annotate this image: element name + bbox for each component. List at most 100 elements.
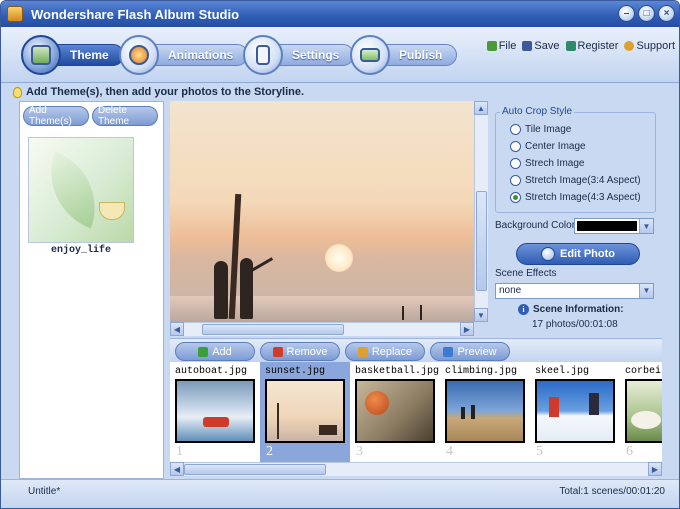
tab-publish[interactable]: Publish [350, 35, 458, 75]
radio-button[interactable] [510, 124, 521, 135]
scroll-up-icon[interactable]: ▲ [474, 101, 488, 115]
scene-thumbnail [625, 379, 662, 443]
scene-item[interactable]: corbeil 6 [620, 362, 662, 462]
color-swatch [577, 221, 637, 231]
storyline-scrollbar[interactable]: ◀ ▶ [170, 462, 662, 476]
support-label: Support [636, 40, 675, 52]
preview-horizontal-scrollbar[interactable]: ◀ ▶ [170, 322, 474, 336]
preview-label: Preview [457, 345, 497, 358]
scene-effects-value: none [499, 285, 522, 296]
tab-theme[interactable]: Theme [21, 35, 124, 75]
hint-text: Add Theme(s), then add your photos to th… [26, 86, 305, 98]
replace-button[interactable]: Replace [345, 342, 425, 361]
support-menu[interactable]: Support [624, 40, 675, 52]
crop-style-title: Auto Crop Style [500, 106, 575, 117]
option-label: Stretch Image(4:3 Aspect) [525, 192, 641, 203]
scroll-right-icon[interactable]: ▶ [460, 322, 474, 336]
scroll-thumb[interactable] [184, 464, 326, 475]
scene-item[interactable]: basketball.jpg 3 [350, 362, 440, 462]
theme-icon [21, 35, 61, 75]
scroll-left-icon[interactable]: ◀ [170, 462, 184, 476]
save-menu[interactable]: Save [522, 40, 560, 52]
plus-icon [198, 346, 209, 357]
scroll-right-icon[interactable]: ▶ [648, 462, 662, 476]
tab-animations[interactable]: Animations [119, 35, 249, 75]
scene-number: 6 [626, 444, 633, 459]
scene-number: 3 [356, 444, 363, 459]
delete-theme-button[interactable]: Delete Theme [92, 105, 158, 127]
scroll-left-icon[interactable]: ◀ [170, 322, 184, 336]
close-button[interactable]: × [658, 5, 675, 22]
app-icon [7, 6, 23, 22]
file-icon [486, 41, 497, 51]
scene-thumbnail [355, 379, 435, 443]
minimize-button[interactable]: – [618, 5, 635, 22]
save-label: Save [534, 40, 560, 52]
scroll-thumb[interactable] [202, 324, 344, 335]
file-menu[interactable]: File [486, 40, 517, 52]
support-icon [624, 41, 635, 51]
scene-number: 5 [536, 444, 543, 459]
scene-thumbnail [535, 379, 615, 443]
replace-icon [357, 346, 368, 357]
radio-button-selected[interactable] [510, 192, 521, 203]
crop-style-group: Tile Image Center Image Strech Image Str… [495, 112, 656, 213]
chevron-down-icon[interactable]: ▼ [639, 219, 653, 233]
main-toolbar: Theme Animations Settings Publish File S… [1, 27, 679, 83]
storyline-toolbar: Add Remove Replace Preview [170, 338, 662, 362]
scene-number: 2 [266, 444, 273, 459]
scene-number: 1 [176, 444, 183, 459]
person-silhouette [240, 258, 253, 319]
radio-button[interactable] [510, 158, 521, 169]
scroll-thumb[interactable] [476, 191, 487, 291]
register-menu[interactable]: Register [565, 40, 619, 52]
theme-name: enjoy_life [50, 245, 111, 256]
stretch-4-3-option[interactable]: Stretch Image(4:3 Aspect) [510, 192, 641, 203]
window-title: Wondershare Flash Album Studio [31, 6, 240, 22]
preview-vertical-scrollbar[interactable]: ▲ ▼ [474, 101, 488, 322]
file-label: File [498, 40, 517, 52]
theme-thumbnail[interactable] [28, 137, 134, 243]
tab-settings[interactable]: Settings [243, 35, 355, 75]
scene-thumbnail [175, 379, 255, 443]
scene-effects-select[interactable]: none ▼ [495, 283, 654, 299]
scene-thumbnail [265, 379, 345, 443]
publish-icon [350, 35, 390, 75]
chevron-down-icon[interactable]: ▼ [639, 284, 653, 298]
radio-button[interactable] [510, 141, 521, 152]
theme-buttons: Add Theme(s) Delete Theme [23, 105, 158, 127]
maximize-button[interactable]: □ [638, 5, 655, 22]
register-label: Register [577, 40, 619, 52]
add-button[interactable]: Add [175, 342, 255, 361]
post-silhouette [420, 305, 422, 320]
minus-icon [272, 346, 283, 357]
center-image-option[interactable]: Center Image [510, 141, 586, 152]
scene-info-value: 17 photos/00:01:08 [532, 319, 618, 330]
scene-item[interactable]: autoboat.jpg 1 [170, 362, 260, 462]
post-silhouette [402, 306, 404, 320]
scene-item[interactable]: climbing.jpg 4 [440, 362, 530, 462]
storyline: autoboat.jpg 1 sunset.jpg 2 basketball.j… [170, 362, 662, 462]
edit-photo-button[interactable]: Edit Photo [516, 243, 640, 265]
leaf-graphic [34, 151, 112, 229]
scroll-down-icon[interactable]: ▼ [474, 308, 488, 322]
register-icon [565, 41, 576, 51]
add-theme-button[interactable]: Add Theme(s) [23, 105, 89, 127]
arm-silhouette [250, 257, 274, 272]
scene-filename: corbeil [625, 366, 662, 377]
edit-photo-label: Edit Photo [560, 248, 615, 260]
scene-item[interactable]: skeel.jpg 5 [530, 362, 620, 462]
edit-photo-icon [541, 247, 555, 261]
tile-image-option[interactable]: Tile Image [510, 124, 571, 135]
background-color-picker[interactable]: ▼ [574, 218, 654, 234]
stretch-3-4-option[interactable]: Stretch Image(3:4 Aspect) [510, 175, 641, 186]
settings-icon [243, 35, 283, 75]
teacup-graphic [99, 202, 125, 220]
strech-image-option[interactable]: Strech Image [510, 158, 584, 169]
radio-button[interactable] [510, 175, 521, 186]
menu-links: File Save Register Support [486, 40, 675, 52]
scene-item-selected[interactable]: sunset.jpg 2 [260, 362, 350, 462]
preview-button[interactable]: Preview [430, 342, 510, 361]
remove-button[interactable]: Remove [260, 342, 340, 361]
photo-preview [170, 101, 474, 322]
